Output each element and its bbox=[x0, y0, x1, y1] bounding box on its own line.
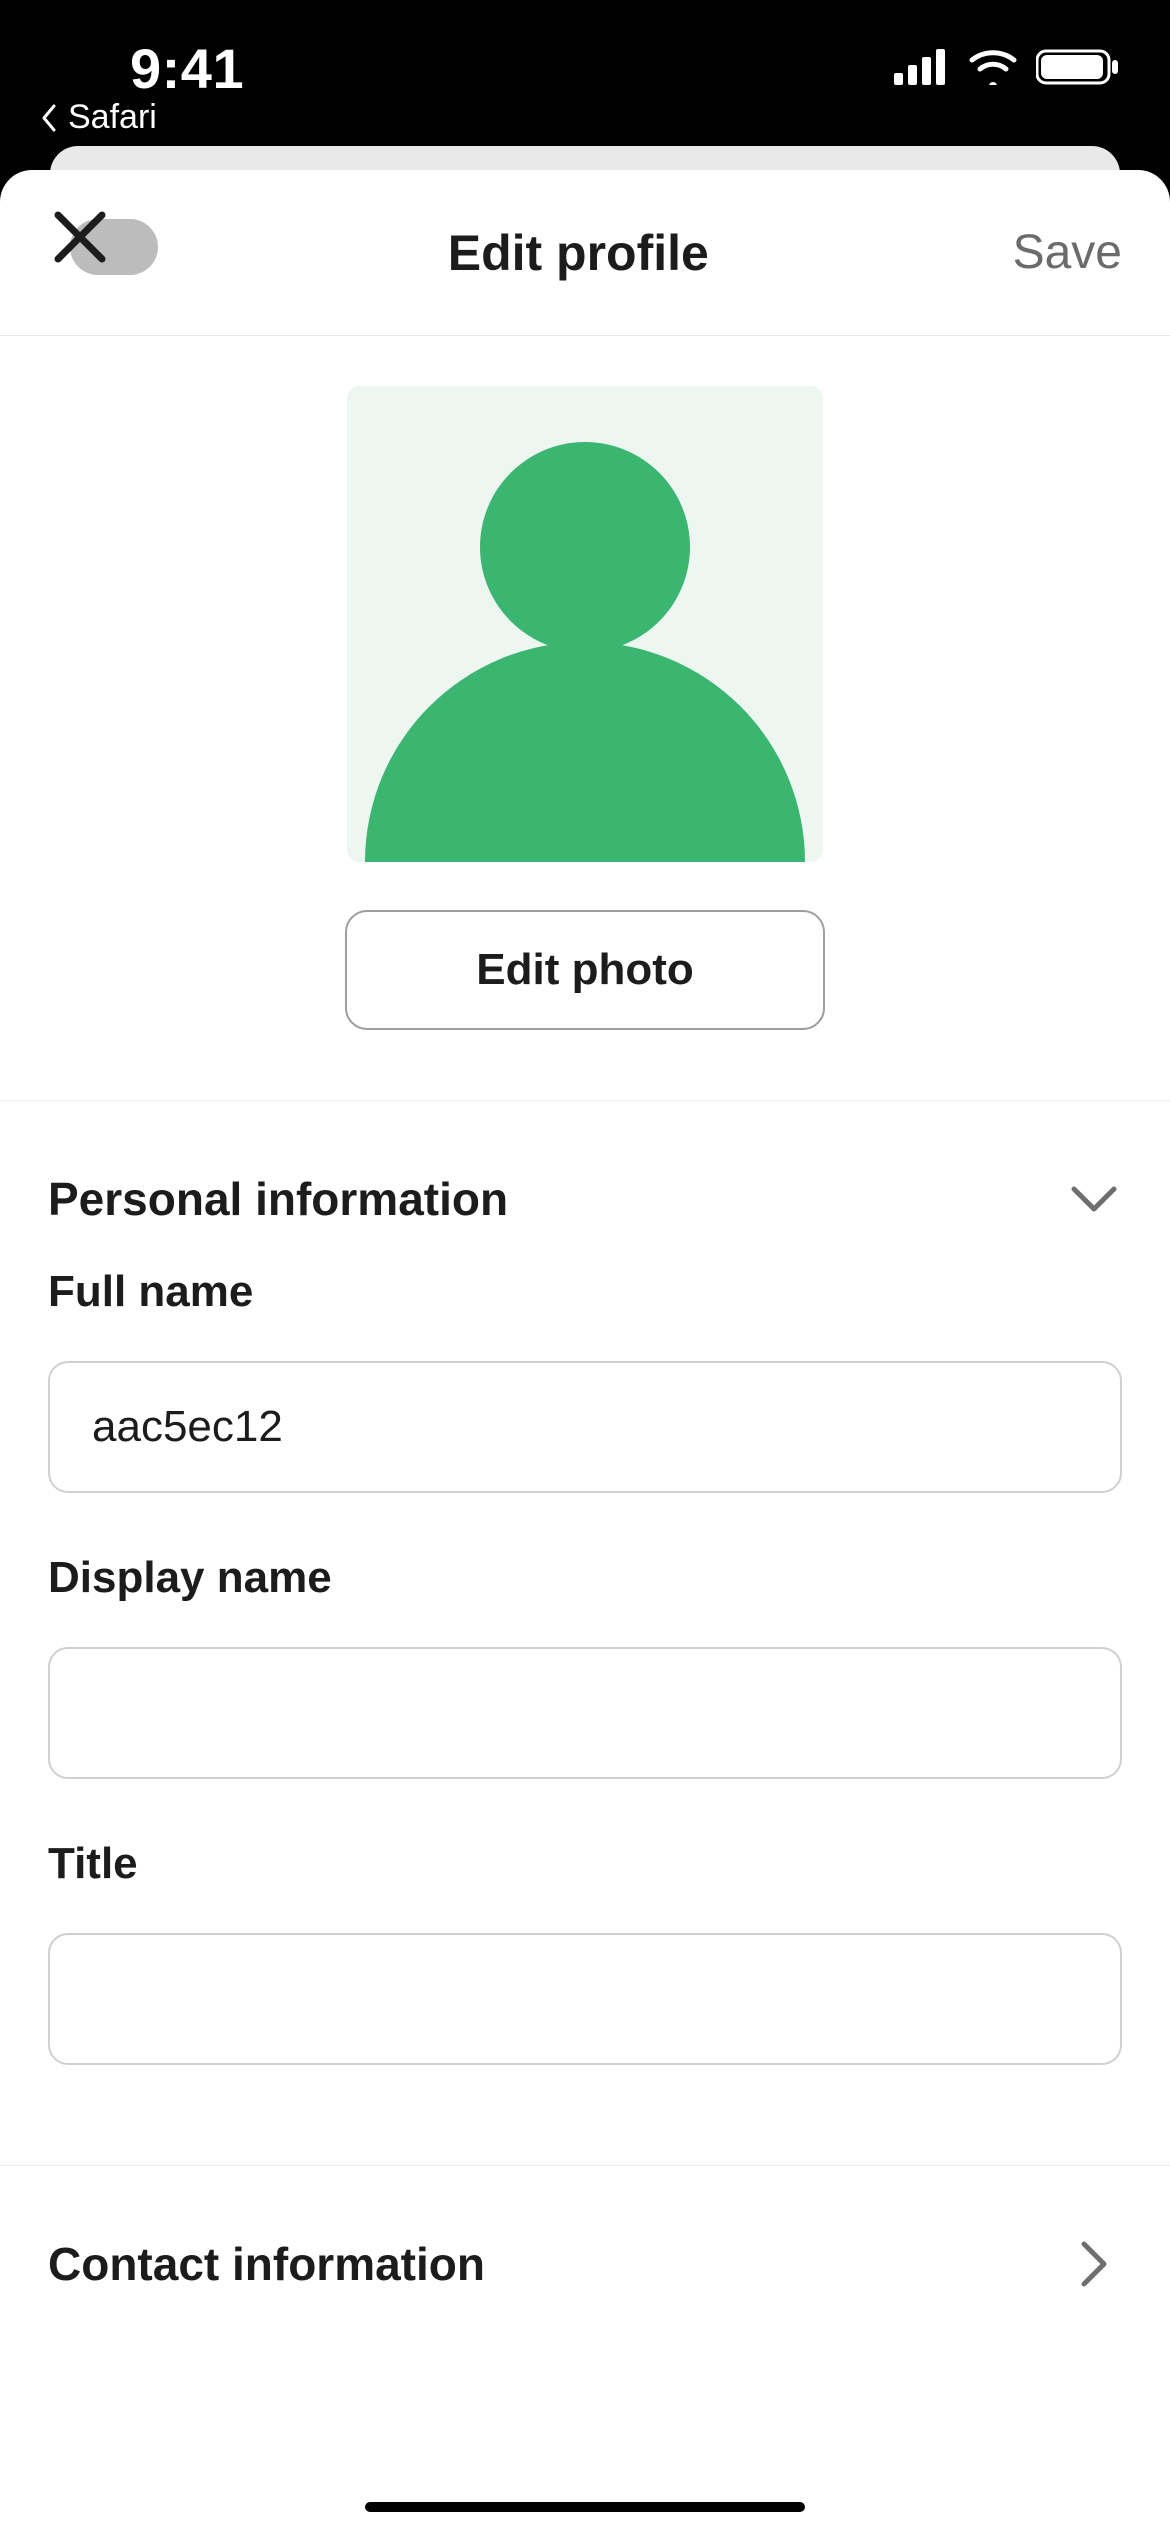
status-bar: 9:41 Safari bbox=[0, 0, 1170, 140]
full-name-label: Full name bbox=[48, 1267, 1122, 1317]
personal-info-heading: Personal information bbox=[48, 1172, 508, 1226]
back-app-label: Safari bbox=[68, 98, 157, 137]
status-time: 9:41 bbox=[130, 36, 244, 101]
display-name-input[interactable] bbox=[48, 1647, 1122, 1779]
personal-info-section: Personal information Full name Display n… bbox=[0, 1101, 1170, 2125]
close-icon bbox=[48, 205, 112, 269]
contact-info-heading: Contact information bbox=[48, 2237, 485, 2291]
page-title: Edit profile bbox=[448, 224, 709, 282]
back-to-app[interactable]: Safari bbox=[40, 98, 157, 137]
edit-photo-label: Edit photo bbox=[476, 945, 694, 995]
chevron-down-icon bbox=[1066, 1171, 1122, 1227]
display-name-label: Display name bbox=[48, 1553, 1122, 1603]
title-field: Title bbox=[48, 1839, 1122, 2065]
save-button[interactable]: Save bbox=[1013, 225, 1122, 280]
home-indicator[interactable] bbox=[365, 2502, 805, 2512]
battery-icon bbox=[1036, 48, 1120, 86]
wifi-icon bbox=[968, 49, 1018, 85]
full-name-field: Full name bbox=[48, 1267, 1122, 1493]
contact-info-header[interactable]: Contact information bbox=[0, 2166, 1170, 2392]
avatar-placeholder-icon bbox=[355, 442, 815, 862]
full-name-input[interactable] bbox=[48, 1361, 1122, 1493]
title-label: Title bbox=[48, 1839, 1122, 1889]
chevron-right-icon bbox=[1066, 2236, 1122, 2292]
modal-sheet: Edit profile Save Edit photo Personal in… bbox=[0, 170, 1170, 2532]
status-right bbox=[894, 48, 1120, 86]
edit-photo-button[interactable]: Edit photo bbox=[345, 910, 825, 1030]
display-name-field: Display name bbox=[48, 1553, 1122, 1779]
profile-photo-block: Edit photo bbox=[0, 336, 1170, 1101]
close-button[interactable] bbox=[48, 205, 144, 301]
avatar[interactable] bbox=[347, 386, 823, 862]
title-input[interactable] bbox=[48, 1933, 1122, 2065]
back-caret-icon bbox=[40, 104, 60, 132]
personal-info-header[interactable]: Personal information bbox=[48, 1101, 1122, 1267]
cellular-icon bbox=[894, 49, 950, 85]
nav-bar: Edit profile Save bbox=[0, 170, 1170, 336]
